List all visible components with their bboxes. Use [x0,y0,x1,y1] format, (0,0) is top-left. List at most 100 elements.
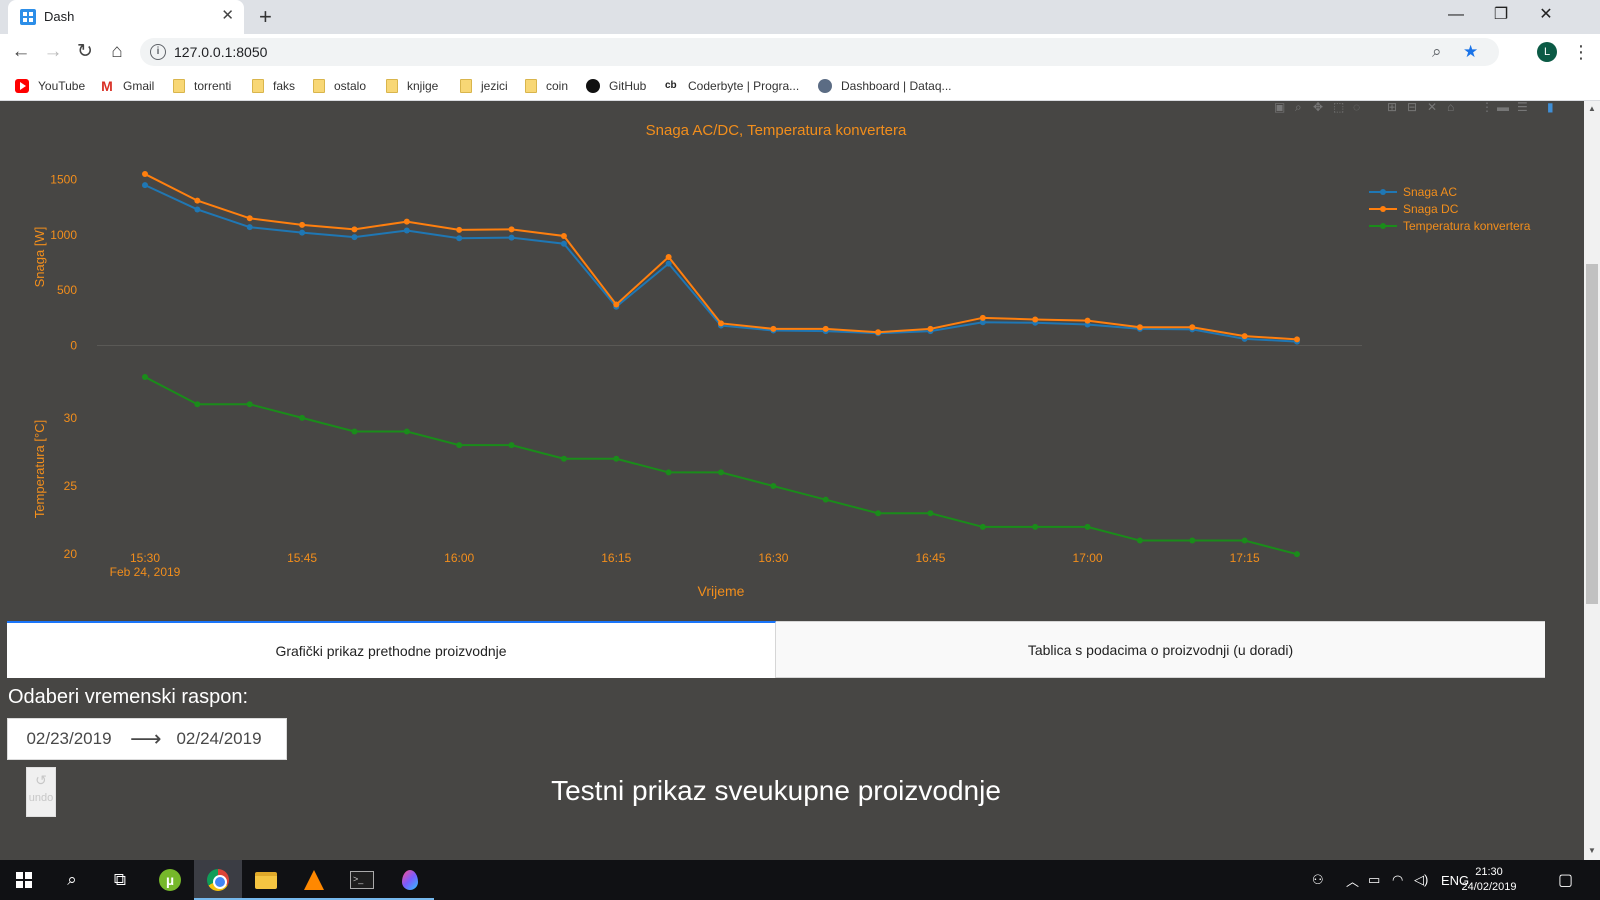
search-icon[interactable]: ⌕ [48,860,96,900]
bookmark-coin[interactable]: coin [525,77,568,95]
restore-window-icon[interactable]: ❐ [1486,4,1516,26]
data-point [1084,317,1091,324]
back-arrow-icon[interactable]: ← [8,39,34,65]
battery-icon[interactable]: ▭ [1368,860,1380,900]
vlc-taskbar-icon[interactable] [290,860,338,900]
y-tick-label: 30 [64,411,78,425]
data-point [979,314,986,321]
scroll-down-icon[interactable]: ▼ [1588,846,1596,855]
x-tick-label: 16:15 [601,551,631,565]
date-range-label: Odaberi vremenski raspon: [8,686,249,708]
data-point [927,510,934,517]
site-info-icon[interactable]: i [150,44,166,60]
minimize-window-icon[interactable]: — [1441,4,1471,26]
folder-icon [313,79,325,93]
scroll-up-icon[interactable]: ▲ [1588,104,1596,113]
x-tick-label: 17:00 [1073,551,1103,565]
data-point [822,496,829,503]
notifications-icon[interactable]: ▢ [1558,860,1573,900]
system-clock[interactable]: 21:30 24/02/2019 [1460,865,1518,895]
tab-table-label: Tablica s podacima o proizvodnji (u dora… [1027,641,1294,658]
task-view-icon[interactable]: ⧉ [96,860,144,900]
bookmark-faks[interactable]: faks [252,77,295,95]
data-point [560,455,567,462]
data-point [508,442,515,449]
tray-chevron-icon[interactable]: ︿ [1346,860,1359,900]
url-text: 127.0.0.1:8050 [174,44,268,60]
start-button[interactable] [0,860,48,900]
data-point [927,325,934,332]
bookmark-knjige[interactable]: knjige [386,77,438,95]
bookmark-ostalo[interactable]: ostalo [313,77,366,95]
data-point [875,329,882,336]
bookmark-jezici[interactable]: jezici [460,77,508,95]
close-tab-icon[interactable]: ✕ [221,6,234,26]
data-point [142,374,148,380]
profile-avatar[interactable]: L [1537,42,1557,62]
data-point [1294,551,1300,558]
zoom-magnifier-icon[interactable]: ⌕ [1432,41,1442,63]
data-point [456,226,463,233]
data-point [1136,324,1143,331]
data-point [351,234,358,241]
utorrent-taskbar-icon[interactable]: µ [146,860,194,900]
data-point [456,442,463,449]
volume-icon[interactable]: ◁) [1414,860,1428,900]
data-point [875,510,882,517]
data-point [822,325,829,332]
browser-tab-dash[interactable]: Dash ✕ [8,0,244,34]
bookmark-star-icon[interactable]: ★ [1463,41,1478,63]
windows-logo-icon [16,872,32,888]
file-explorer-taskbar-icon[interactable] [242,860,290,900]
data-point [403,428,410,435]
data-point [351,226,358,233]
data-point [979,523,986,530]
maps-taskbar-icon[interactable] [386,860,434,900]
bookmark-dataquest[interactable]: Dashboard | Dataq... [818,77,952,95]
people-icon[interactable]: ⚇ [1312,860,1324,900]
data-point [1032,523,1039,530]
series-line-2 [144,376,1298,556]
reload-icon[interactable]: ↻ [72,39,98,65]
data-point [194,206,201,213]
y-tick-label: 1500 [50,173,77,187]
bookmark-gmail[interactable]: M Gmail [100,77,154,95]
data-point [194,401,201,408]
new-tab-button[interactable]: + [259,4,272,30]
legend-swatch-marker [1380,223,1386,229]
browser-menu-icon[interactable]: ⋮ [1572,39,1590,65]
page-scrollbar[interactable]: ▲ ▼ [1584,101,1600,860]
data-point [770,483,777,490]
chrome-taskbar-icon[interactable] [194,860,242,900]
x-tick-label: 15:45 [287,551,317,565]
browser-tab-strip: Dash ✕ + — ❐ ✕ [0,0,1600,34]
folder-icon [252,79,264,93]
close-window-icon[interactable]: ✕ [1531,4,1561,26]
bookmark-youtube[interactable]: YouTube [15,77,85,95]
bookmark-torrenti[interactable]: torrenti [173,77,231,95]
tab-graphic-production[interactable]: Grafički prikaz prethodne proizvodnje [7,621,776,678]
end-date-input[interactable]: 02/24/2019 [158,729,280,749]
plotly-logo-icon[interactable]: ▮ [1547,101,1554,113]
legend-label: Snaga AC [1403,185,1457,199]
data-point [299,221,306,228]
github-icon [586,79,600,93]
bookmark-github[interactable]: GitHub [586,77,646,95]
series-line-0 [144,184,1298,343]
tab-production-table[interactable]: Tablica s podacima o proizvodnji (u dora… [776,621,1545,678]
address-bar[interactable]: i 127.0.0.1:8050 ⌕ ★ [140,38,1499,66]
bookmark-coderbyte[interactable]: cb Coderbyte | Progra... [665,77,799,95]
start-date-input[interactable]: 02/23/2019 [8,729,130,749]
tab-title: Dash [44,9,75,24]
data-point [718,320,724,327]
data-point [299,414,306,421]
x-tick-date-label: Feb 24, 2019 [110,565,181,579]
home-icon[interactable]: ⌂ [104,39,130,65]
terminal-taskbar-icon[interactable]: >_ [338,860,386,900]
data-point [560,240,567,247]
wifi-icon[interactable]: ◠ [1392,860,1403,900]
scrollbar-thumb[interactable] [1586,264,1598,604]
dash-favicon-icon [20,9,36,25]
forward-arrow-icon[interactable]: → [40,39,66,65]
y-tick-label: 20 [64,547,78,561]
